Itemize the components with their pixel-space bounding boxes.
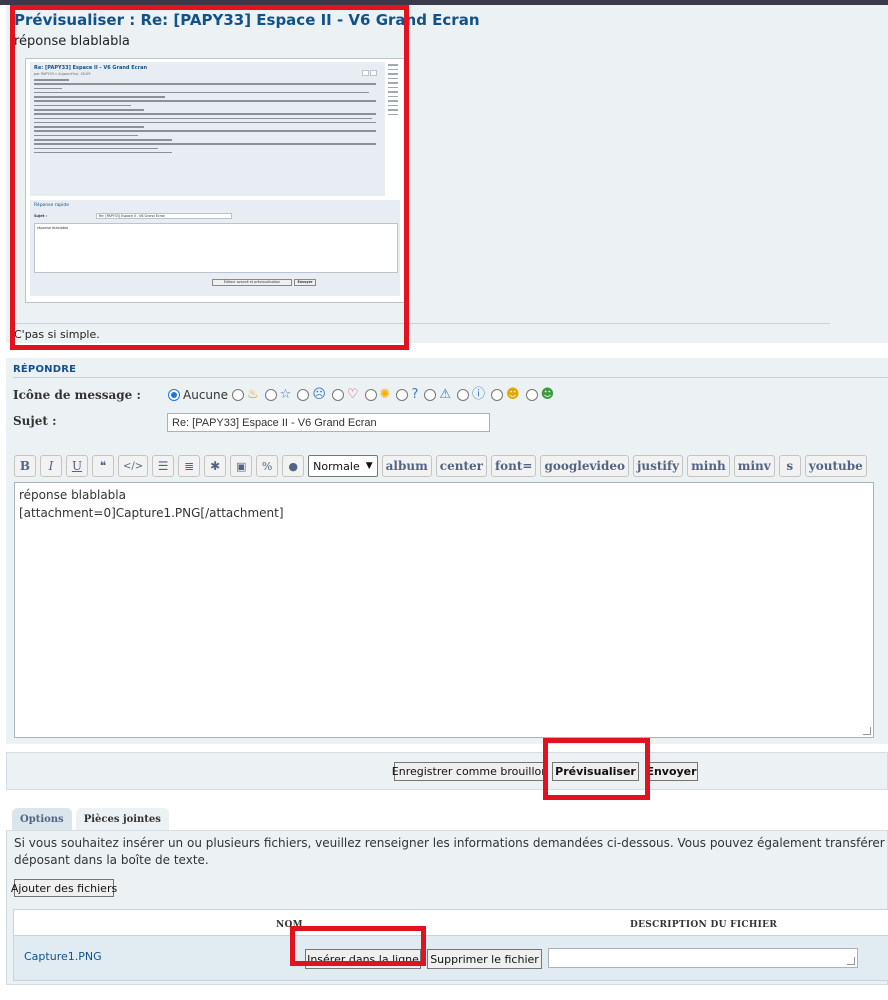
idea-icon: ✺ xyxy=(379,387,391,402)
highlight-insert-inline xyxy=(290,926,426,966)
list-button[interactable]: ☰ xyxy=(152,455,175,477)
message-editor[interactable]: réponse blablabla [attachment=0]Capture1… xyxy=(14,482,874,738)
icon-none-label: Aucune xyxy=(183,388,229,402)
save-draft-button[interactable]: Enregistrer comme brouillon xyxy=(392,762,548,781)
editor-tabs: Options Pièces jointes xyxy=(12,808,173,830)
font-size-value: Normale xyxy=(313,459,360,473)
color-drop-icon: ● xyxy=(288,459,298,473)
image-icon: ▣ xyxy=(235,459,247,473)
message-text: réponse blablabla [attachment=0]Capture1… xyxy=(19,488,284,520)
bold-button[interactable]: B xyxy=(14,455,36,477)
justify-button[interactable]: justify xyxy=(633,455,684,477)
highlight-preview xyxy=(10,5,409,350)
star-icon: ☆ xyxy=(279,387,292,402)
attachments-info-line-2: déposant dans la boîte de texte. xyxy=(14,853,209,867)
reply-header-separator xyxy=(13,377,888,378)
icon-radio-surprised[interactable] xyxy=(297,389,310,401)
icon-radio-none[interactable] xyxy=(168,389,180,401)
chevron-down-icon: ▼ xyxy=(365,461,373,471)
icon-radio-idea[interactable] xyxy=(364,389,377,401)
list-item-button[interactable]: ✱ xyxy=(204,455,227,477)
icon-radio-grin[interactable] xyxy=(525,389,538,401)
attachment-file-name[interactable]: Capture1.PNG xyxy=(24,950,102,963)
attachments-info: Si vous souhaitez insérer un ou plusieur… xyxy=(14,835,888,869)
icon-radio-star[interactable] xyxy=(264,389,277,401)
code-button[interactable]: </> xyxy=(118,455,149,477)
add-files-button[interactable]: Ajouter des fichiers xyxy=(11,879,117,897)
resize-handle[interactable] xyxy=(863,727,871,735)
link-icon: % xyxy=(261,459,273,473)
delete-file-button[interactable]: Supprimer le fichier xyxy=(427,949,542,969)
message-icon-options: Aucune ♨ ☆ ☹ ♡ ✺ ? ⚠ ⓘ ☻ ☻ xyxy=(168,387,560,403)
file-description-input[interactable] xyxy=(548,948,858,968)
warning-icon: ⚠ xyxy=(439,387,452,402)
image-button[interactable]: ▣ xyxy=(230,455,253,477)
italic-button[interactable]: I xyxy=(40,455,62,477)
album-button[interactable]: album xyxy=(381,455,432,477)
font-button[interactable]: font= xyxy=(490,455,537,477)
underline-button[interactable]: U xyxy=(66,455,88,477)
minv-button[interactable]: minv xyxy=(733,455,775,477)
icon-radio-wink[interactable] xyxy=(491,389,504,401)
fire-icon: ♨ xyxy=(247,387,259,402)
quote-icon: ❝ xyxy=(99,459,107,473)
wink-icon: ☻ xyxy=(506,387,520,402)
ordered-list-button[interactable]: ≣ xyxy=(178,455,201,477)
heart-icon: ♡ xyxy=(346,387,359,402)
grin-icon: ☻ xyxy=(540,387,555,402)
tab-attachments[interactable]: Pièces jointes xyxy=(75,808,169,830)
reply-header: RÉPONDRE xyxy=(13,364,77,375)
googlevideo-button[interactable]: googlevideo xyxy=(540,455,630,477)
resize-handle[interactable] xyxy=(847,957,855,965)
center-button[interactable]: center xyxy=(435,455,487,477)
asterisk-icon: ✱ xyxy=(210,459,221,473)
highlight-preview-button xyxy=(543,738,650,800)
submit-buttons-bar: Enregistrer comme brouillon Prévisualise… xyxy=(6,752,888,790)
quote-button[interactable]: ❝ xyxy=(92,455,114,477)
subject-label: Sujet : xyxy=(13,414,57,428)
subject-input[interactable] xyxy=(167,413,490,432)
icon-radio-heart[interactable] xyxy=(331,389,344,401)
youtube-button[interactable]: youtube xyxy=(804,455,867,477)
icon-radio-question[interactable] xyxy=(396,389,409,401)
icon-label: Icône de message : xyxy=(13,388,141,402)
column-header-description: DESCRIPTION DU FICHIER xyxy=(630,920,778,930)
font-size-select[interactable]: Normale ▼ xyxy=(308,455,378,477)
question-icon: ? xyxy=(411,387,419,402)
ordered-list-icon: ≣ xyxy=(184,459,195,473)
reply-panel: RÉPONDRE Icône de message : Aucune ♨ ☆ ☹… xyxy=(6,358,888,744)
color-button[interactable]: ● xyxy=(282,455,305,477)
icon-radio-warning[interactable] xyxy=(424,389,437,401)
bbcode-toolbar: B I U ❝ </> ☰ ≣ ✱ ▣ % ● Normale ▼ album c… xyxy=(14,455,871,477)
minh-button[interactable]: minh xyxy=(687,455,730,477)
surprised-icon: ☹ xyxy=(312,387,326,402)
list-icon: ☰ xyxy=(157,459,169,473)
link-button[interactable]: % xyxy=(256,455,279,477)
attachments-info-line-1: Si vous souhaitez insérer un ou plusieur… xyxy=(14,836,888,850)
icon-radio-fire[interactable] xyxy=(232,389,245,401)
attachments-table: NOM DESCRIPTION DU FICHIER Capture1.PNG … xyxy=(13,909,888,981)
strike-button[interactable]: s xyxy=(778,455,801,477)
code-icon: </> xyxy=(123,460,144,472)
tab-options[interactable]: Options xyxy=(12,808,72,830)
send-button[interactable]: Envoyer xyxy=(645,762,698,781)
icon-radio-info[interactable] xyxy=(457,389,470,401)
info-icon: ⓘ xyxy=(472,387,486,402)
attachments-panel: Si vous souhaitez insérer un ou plusieur… xyxy=(6,830,888,985)
